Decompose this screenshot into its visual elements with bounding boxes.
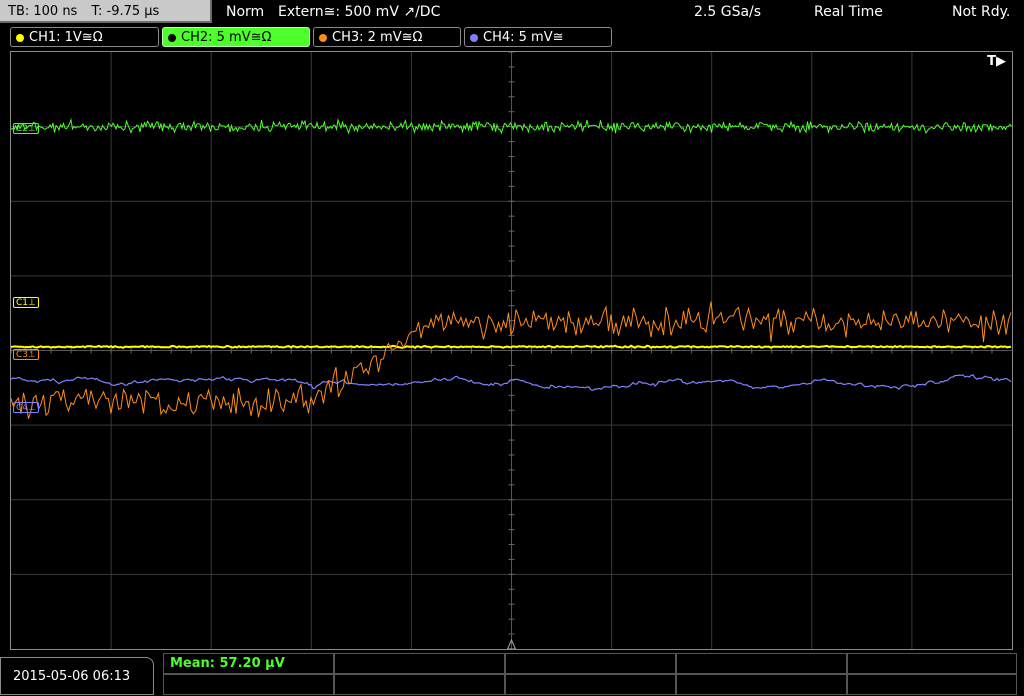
- graticule: [11, 52, 1012, 649]
- sample-rate-label: 2.5 GSa/s: [694, 4, 762, 20]
- trigger-position-indicator: T▶: [987, 54, 1006, 69]
- channel-3-marker[interactable]: C3⊥: [13, 349, 39, 360]
- trigger-mode-label[interactable]: Norm: [226, 0, 264, 24]
- channel-4-marker[interactable]: C4⊥: [13, 402, 39, 413]
- channel-3-button[interactable]: CH3: 2 mV≅Ω: [313, 27, 461, 47]
- waveform-display[interactable]: T▶ C2⊥ C1⊥ C3⊥ C4⊥: [10, 51, 1013, 650]
- acquisition-mode-label[interactable]: Real Time: [814, 0, 883, 24]
- channel-2-button[interactable]: CH2: 5 mV≅Ω: [162, 27, 310, 47]
- channel-2-marker[interactable]: C2⊥: [13, 123, 39, 134]
- measurement-slot-10[interactable]: [847, 674, 1017, 695]
- trigger-source-label[interactable]: Extern≅: 500 mV ↗/DC: [278, 0, 440, 24]
- channel-4-button[interactable]: CH4: 5 mV≅: [464, 27, 612, 47]
- channel-3-label: CH3: 2 mV≅Ω: [332, 30, 423, 45]
- channel-1-button[interactable]: CH1: 1V≅Ω: [10, 27, 159, 47]
- channel-4-color-icon: [470, 34, 478, 42]
- datetime-box: 2015-05-06 06:13: [0, 657, 154, 695]
- status-bar: TB: 100 ns T: -9.75 µs Norm Extern≅: 500…: [0, 0, 1024, 25]
- channel-1-marker[interactable]: C1⊥: [13, 297, 39, 308]
- channel-2-label: CH2: 5 mV≅Ω: [181, 30, 272, 45]
- measurement-slot-6[interactable]: [163, 674, 334, 695]
- channel-4-label: CH4: 5 mV≅: [483, 30, 564, 45]
- timebase-box[interactable]: TB: 100 ns T: -9.75 µs: [0, 0, 212, 23]
- mean-measurement[interactable]: Mean: 57.20 µV: [163, 653, 334, 674]
- measurement-slot-9[interactable]: [676, 674, 847, 695]
- channel-1-color-icon: [16, 34, 24, 42]
- measurement-slot-8[interactable]: [505, 674, 676, 695]
- channel-3-color-icon: [319, 34, 327, 42]
- measurement-slot-2[interactable]: [334, 653, 505, 674]
- channel-bar: CH1: 1V≅Ω CH2: 5 mV≅Ω CH3: 2 mV≅Ω CH4: 5…: [0, 25, 1024, 49]
- measurement-slot-7[interactable]: [334, 674, 505, 695]
- channel-1-label: CH1: 1V≅Ω: [29, 30, 103, 45]
- channel-2-color-icon: [168, 34, 176, 42]
- measurement-slot-5[interactable]: [847, 653, 1017, 674]
- measurement-panel: Mean: 57.20 µV: [163, 653, 1024, 695]
- timebase-label: TB: 100 ns: [8, 4, 78, 19]
- trigger-time-label: T: -9.75 µs: [91, 4, 160, 19]
- measurement-slot-3[interactable]: [505, 653, 676, 674]
- measurement-slot-4[interactable]: [676, 653, 847, 674]
- ready-status-label: Not Rdy.: [952, 4, 1011, 20]
